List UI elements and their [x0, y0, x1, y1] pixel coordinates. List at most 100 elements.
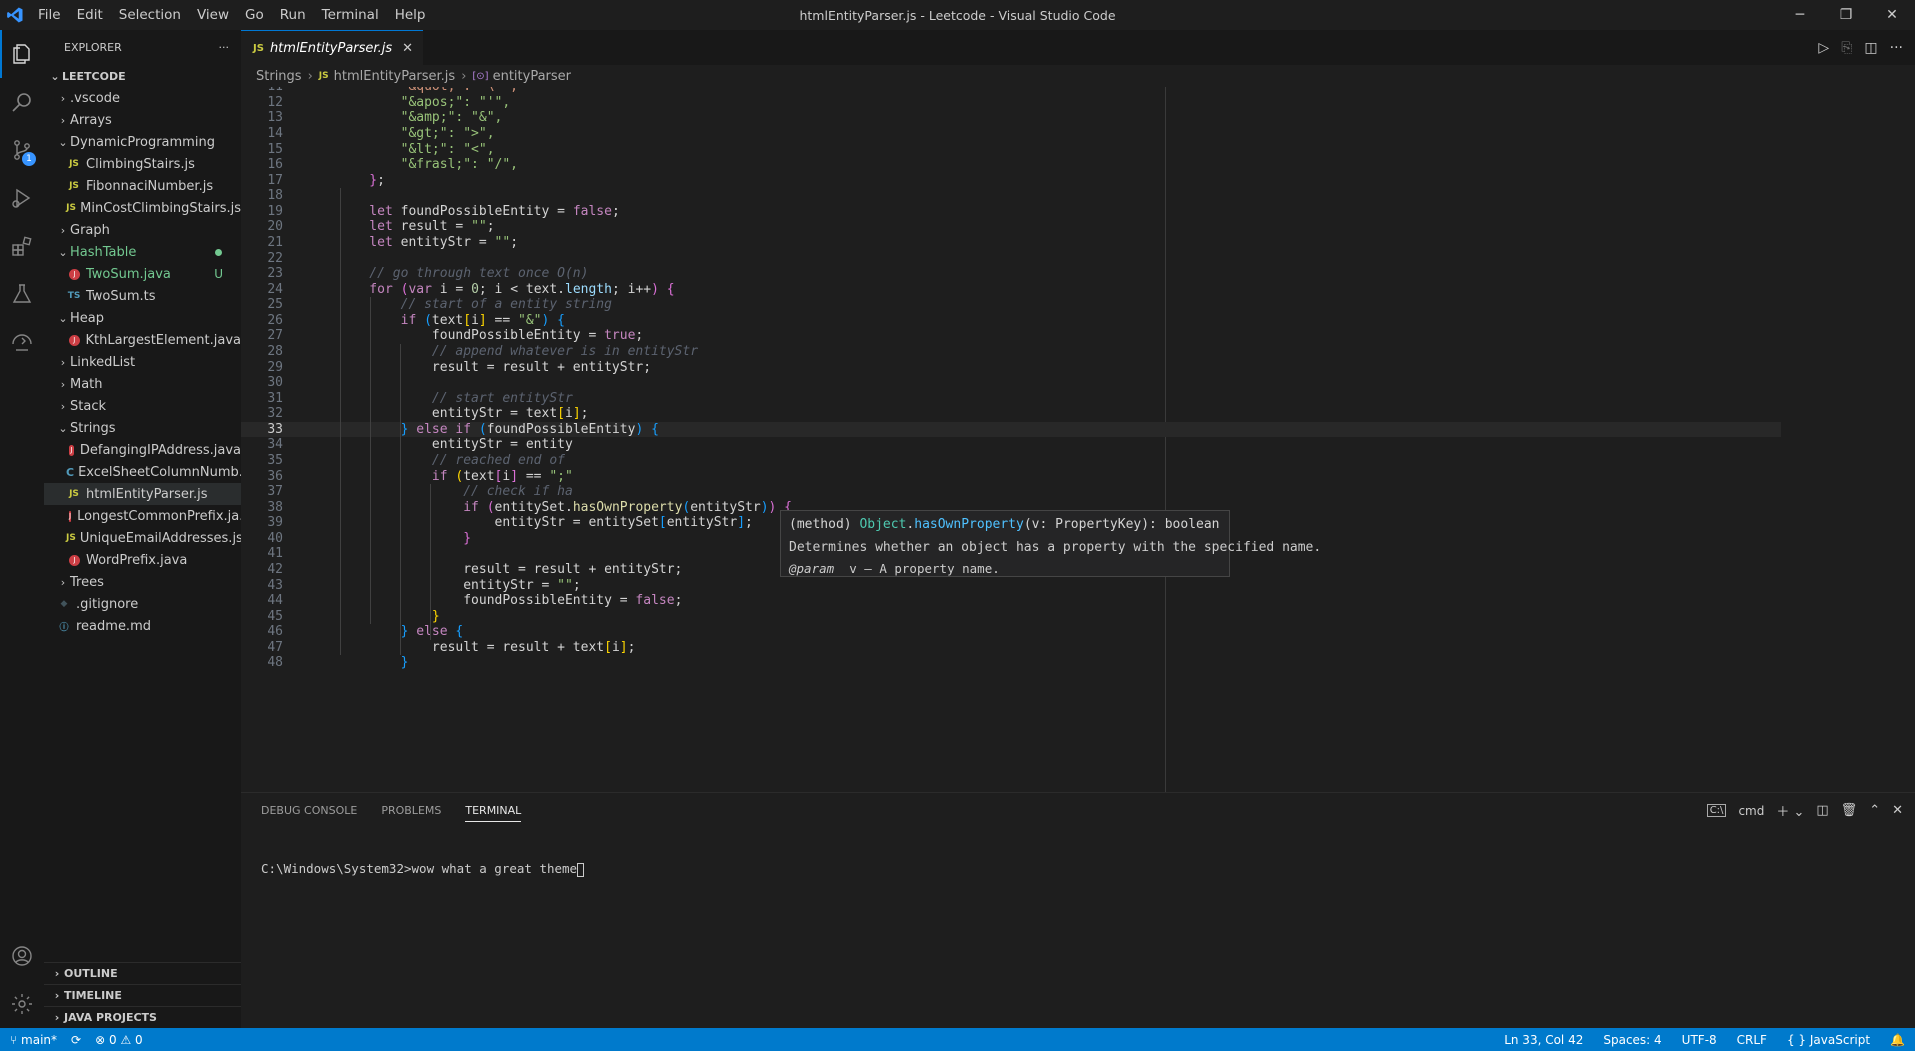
tree-item-label: .gitignore [76, 596, 139, 612]
code-token: "&amp;": "&", [338, 110, 503, 126]
section-java-projects[interactable]: › JAVA PROJECTS [44, 1006, 241, 1028]
breadcrumb: Strings › JS htmlEntityParser.js › [⊙] e… [241, 65, 1915, 87]
language-mode[interactable]: { } JavaScript [1787, 1033, 1870, 1047]
folder-math[interactable]: › Math [44, 373, 241, 395]
menu-selection[interactable]: Selection [111, 7, 189, 23]
more-editor-actions-icon[interactable]: ··· [1890, 40, 1903, 56]
git-branch[interactable]: ⑂ main* [10, 1033, 57, 1047]
breadcrumb-folder[interactable]: Strings [256, 69, 302, 84]
file-fibonnacinumber-js[interactable]: JS FibonnaciNumber.js [44, 175, 241, 197]
settings-gear-icon[interactable] [0, 980, 44, 1028]
new-terminal-icon[interactable]: ＋ ⌄ [1776, 801, 1804, 820]
chevron-down-icon: ⌄ [58, 135, 68, 149]
file-htmlentityparser-js[interactable]: JS htmlEntityParser.js [44, 483, 241, 505]
split-terminal-icon[interactable]: ◫ [1816, 803, 1828, 818]
search-icon[interactable] [0, 78, 44, 126]
line-number: 29 [267, 359, 283, 375]
explorer-icon[interactable] [0, 30, 44, 78]
encoding[interactable]: UTF-8 [1682, 1033, 1717, 1047]
breadcrumb-file[interactable]: htmlEntityParser.js [334, 69, 456, 84]
tab-debug-console[interactable]: DEBUG CONSOLE [261, 804, 357, 817]
indentation[interactable]: Spaces: 4 [1603, 1033, 1661, 1047]
folder-trees[interactable]: › Trees [44, 571, 241, 593]
tree-item-label: Heap [70, 310, 104, 326]
close-tab-icon[interactable]: ✕ [402, 41, 413, 56]
file-kthlargestelement-java[interactable]: J KthLargestElement.java [44, 329, 241, 351]
folder-vscode[interactable]: › .vscode [44, 87, 241, 109]
line-endings[interactable]: CRLF [1737, 1033, 1767, 1047]
extensions-icon[interactable] [0, 222, 44, 270]
terminal-output[interactable]: C:\Windows\System32>wow what a great the… [261, 861, 585, 877]
menu-run[interactable]: Run [272, 7, 314, 23]
section-outline[interactable]: › OUTLINE [44, 962, 241, 984]
account-icon[interactable] [0, 932, 44, 980]
file-longestcommonprefix-ja[interactable]: J LongestCommonPrefix.ja... [44, 505, 241, 527]
file-excelsheetcolumnnumb[interactable]: C ExcelSheetColumnNumb... [44, 461, 241, 483]
c-file-icon: C [66, 465, 75, 479]
code-token: { [557, 312, 565, 328]
folder-stack[interactable]: › Stack [44, 395, 241, 417]
close-panel-icon[interactable]: ✕ [1892, 803, 1903, 818]
tab-terminal[interactable]: TERMINAL [465, 804, 522, 822]
maximize-panel-icon[interactable]: ⌃ [1869, 803, 1880, 818]
code-line: 30 [241, 375, 1781, 391]
file-wordprefix-java[interactable]: J WordPrefix.java [44, 549, 241, 571]
menu-view[interactable]: View [189, 7, 237, 23]
kill-terminal-icon[interactable]: 🗑 [1841, 803, 1858, 818]
run-file-icon[interactable]: ▷ [1818, 40, 1829, 56]
remote-icon[interactable] [0, 318, 44, 366]
folder-heap[interactable]: ⌄ Heap [44, 307, 241, 329]
code-editor[interactable]: 11 "&quot;": "\"",12 "&apos;": "'",13 "&… [241, 87, 1915, 792]
code-token: text [463, 468, 495, 484]
menu-bar: File Edit Selection View Go Run Terminal Help [30, 0, 433, 30]
notifications-icon[interactable]: 🔔 [1890, 1033, 1905, 1047]
folder-strings[interactable]: ⌄ Strings [44, 417, 241, 439]
testing-icon[interactable] [0, 270, 44, 318]
explorer-header: EXPLORER ··· [44, 30, 241, 65]
section-timeline[interactable]: › TIMELINE [44, 984, 241, 1006]
more-actions-icon[interactable]: ··· [219, 41, 230, 54]
terminal-shell-label[interactable]: cmd [1738, 804, 1764, 818]
code-token: // check if ha [338, 484, 573, 500]
file-defangingipaddress-java[interactable]: J DefangingIPAddress.java [44, 439, 241, 461]
menu-edit[interactable]: Edit [69, 7, 111, 23]
menu-go[interactable]: Go [237, 7, 272, 23]
file-climbingstairs-js[interactable]: JS ClimbingStairs.js [44, 153, 241, 175]
file-uniqueemailaddresses-js[interactable]: JS UniqueEmailAddresses.js [44, 527, 241, 549]
compare-icon[interactable]: ⎘ [1841, 40, 1852, 56]
folder-hashtable[interactable]: ⌄ HashTable [44, 241, 241, 263]
folder-linkedlist[interactable]: › LinkedList [44, 351, 241, 373]
file-gitignore[interactable]: ◆ .gitignore [44, 593, 241, 615]
tree-item-label: Arrays [70, 112, 112, 128]
sync-icon[interactable]: ⟳ [71, 1033, 81, 1047]
folder-graph[interactable]: › Graph [44, 219, 241, 241]
file-twosum-ts[interactable]: TS TwoSum.ts [44, 285, 241, 307]
folder-arrays[interactable]: › Arrays [44, 109, 241, 131]
code-text: result = result + entityStr; [338, 360, 651, 375]
file-mincostclimbingstairs-js[interactable]: JS MinCostClimbingStairs.js [44, 197, 241, 219]
code-line: 34 entityStr = entity [241, 437, 1781, 453]
tab-problems[interactable]: PROBLEMS [381, 804, 441, 817]
java-file-icon: J [69, 554, 80, 566]
hover-signature: (method) Object.hasOwnProperty(v: Proper… [789, 517, 1220, 532]
minimize-icon[interactable]: ─ [1777, 0, 1823, 30]
problems-indicator[interactable]: ⊗ 0 ⚠ 0 [95, 1033, 143, 1047]
menu-file[interactable]: File [30, 7, 69, 23]
file-twosum-java[interactable]: J TwoSum.java U [44, 263, 241, 285]
breadcrumb-symbol[interactable]: entityParser [493, 69, 571, 84]
menu-terminal[interactable]: Terminal [314, 7, 387, 23]
tab-htmlentityparser[interactable]: JS htmlEntityParser.js ✕ [241, 30, 423, 65]
run-debug-icon[interactable] [0, 174, 44, 222]
code-token: ; [674, 593, 683, 609]
close-window-icon[interactable]: ✕ [1869, 0, 1915, 30]
split-editor-icon[interactable]: ◫ [1864, 40, 1877, 56]
file-readme-md[interactable]: ⓘ readme.md [44, 615, 241, 637]
cursor-position[interactable]: Ln 33, Col 42 [1504, 1033, 1583, 1047]
tree-item-label: DefangingIPAddress.java [79, 442, 241, 458]
menu-help[interactable]: Help [387, 7, 434, 23]
source-control-icon[interactable]: 1 [0, 126, 44, 174]
workspace-root[interactable]: ⌄ LEETCODE [44, 65, 241, 87]
folder-dynamicprogramming[interactable]: ⌄ DynamicProgramming [44, 131, 241, 153]
code-token: { [666, 281, 675, 297]
restore-icon[interactable]: ❐ [1823, 0, 1869, 30]
